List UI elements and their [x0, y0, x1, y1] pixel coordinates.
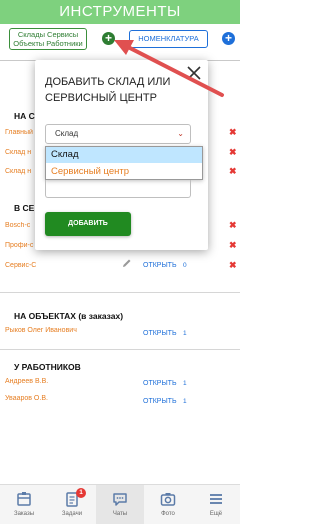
item-count: 0: [183, 262, 187, 269]
open-link[interactable]: ОТКРЫТЬ: [143, 380, 177, 387]
tasks-badge: 1: [76, 488, 86, 498]
list-item-name[interactable]: Сервис-С: [5, 262, 36, 269]
add-nomenclature-icon[interactable]: +: [222, 32, 235, 45]
item-count: 1: [183, 398, 187, 405]
nav-label: Фото: [161, 511, 175, 517]
list-item-name[interactable]: Андреев В.В.: [5, 378, 48, 385]
open-link[interactable]: ОТКРЫТЬ: [143, 262, 177, 269]
list-item-name[interactable]: Bosch-c: [5, 222, 35, 229]
type-dropdown: Склад Сервисный центр: [45, 146, 203, 180]
nav-item-orders[interactable]: Заказы: [0, 485, 48, 524]
modal-title: ДОБАВИТЬ СКЛАД или СЕРВИСНЫЙ ЦЕНТР: [45, 76, 171, 104]
nav-item-more[interactable]: Ещё: [192, 485, 240, 524]
section-title-warehouses: НА С: [14, 111, 35, 121]
app-header: ИНСТРУМЕНТЫ: [0, 0, 240, 24]
warehouses-services-button[interactable]: Склады Сервисы Объекты Работники: [9, 28, 87, 50]
delete-icon[interactable]: ✖: [229, 147, 237, 158]
dropdown-option-warehouse[interactable]: Склад: [46, 147, 202, 163]
dropdown-option-service-center[interactable]: Сервисный центр: [46, 164, 202, 180]
add-warehouse-modal: ДОБАВИТЬ СКЛАД или СЕРВИСНЫЙ ЦЕНТР Склад…: [35, 60, 208, 250]
nav-label: Заказы: [13, 511, 35, 517]
chevron-down-icon: ⌄: [177, 129, 184, 138]
section-title-workers: У РАБОТНИКОВ: [14, 362, 81, 372]
page-title: ИНСТРУМЕНТЫ: [59, 3, 181, 20]
item-count: 1: [183, 380, 187, 387]
type-select[interactable]: Склад ⌄: [45, 124, 191, 144]
nav-item-photo[interactable]: Фото: [144, 485, 192, 524]
nav-label: Задачи: [61, 511, 83, 517]
section-divider: [0, 349, 240, 350]
list-item-name[interactable]: Склад н: [5, 168, 35, 175]
delete-icon[interactable]: ✖: [229, 127, 237, 138]
warehouses-button-line2: Объекты Работники: [13, 39, 83, 48]
nav-item-chats[interactable]: Чаты: [96, 485, 144, 524]
nomenclature-button[interactable]: НОМЕНКЛАТУРА: [129, 30, 208, 48]
camera-icon: [160, 493, 176, 506]
list-item-name[interactable]: Главный: [5, 129, 35, 136]
menu-icon: [210, 494, 222, 504]
list-item-name[interactable]: Склад н: [5, 149, 35, 156]
add-button[interactable]: ДОБАВИТЬ: [45, 212, 131, 236]
bottom-nav: Заказы 1 Задачи Чаты Фото Ещё: [0, 484, 240, 524]
orders-icon: [17, 492, 31, 506]
list-item-name[interactable]: Рыков Олег Иванович: [5, 327, 77, 334]
nav-label: Чаты: [112, 511, 128, 517]
select-value: Склад: [55, 129, 79, 138]
list-item-name[interactable]: Увааров О.В.: [5, 395, 48, 402]
section-title-services: В СЕ: [14, 203, 35, 213]
delete-icon[interactable]: ✖: [229, 260, 237, 271]
add-warehouse-icon[interactable]: +: [102, 32, 115, 45]
nav-item-tasks[interactable]: 1 Задачи: [48, 485, 96, 524]
section-divider: [0, 292, 240, 293]
item-count: 1: [183, 330, 187, 337]
open-link[interactable]: ОТКРЫТЬ: [143, 398, 177, 405]
delete-icon[interactable]: ✖: [229, 220, 237, 231]
nav-label: Ещё: [209, 511, 223, 517]
warehouses-button-line1: Склады Сервисы: [17, 30, 79, 39]
open-link[interactable]: ОТКРЫТЬ: [143, 330, 177, 337]
delete-icon[interactable]: ✖: [229, 166, 237, 177]
list-item-name[interactable]: Профи-с: [5, 242, 35, 249]
close-icon[interactable]: [185, 64, 203, 82]
section-title-objects: НА ОБЪЕКТАХ (в заказах): [14, 311, 124, 321]
edit-icon[interactable]: [122, 258, 132, 268]
chat-icon: [113, 493, 127, 506]
name-input[interactable]: [45, 180, 191, 198]
delete-icon[interactable]: ✖: [229, 240, 237, 251]
